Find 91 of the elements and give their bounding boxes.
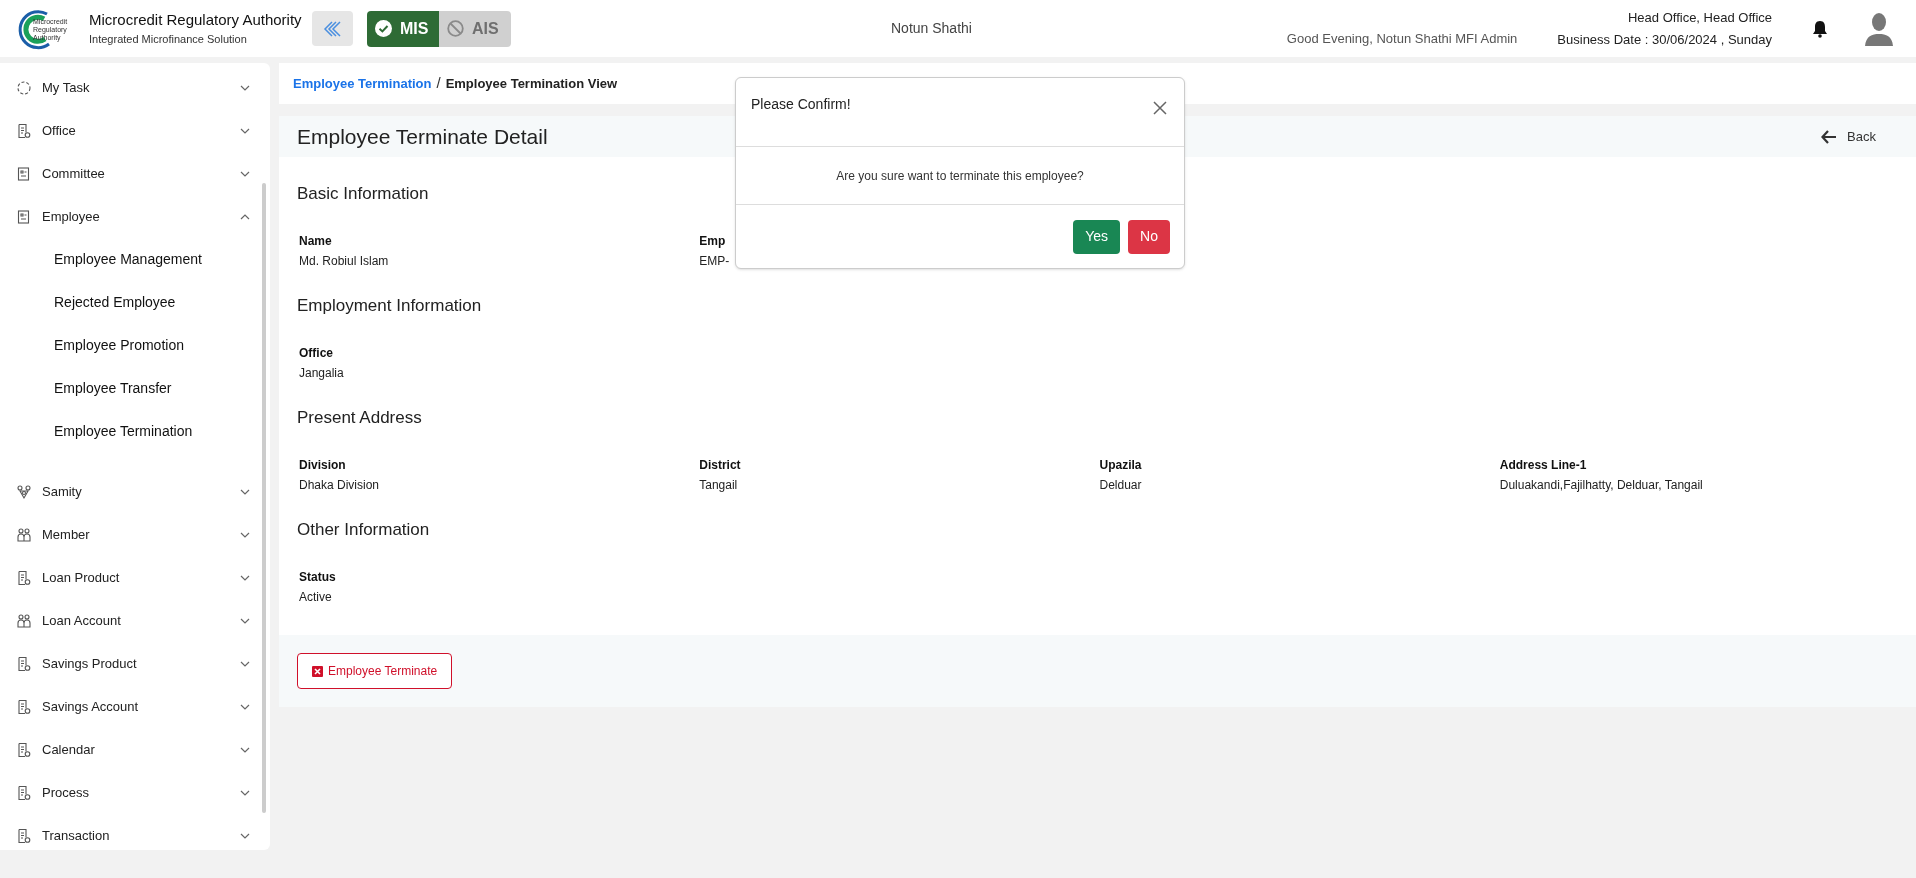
- business-date: Business Date : 30/06/2024 , Sunday: [1557, 30, 1772, 49]
- chevron-down-icon: [240, 531, 250, 538]
- chevron-down-icon: [240, 660, 250, 667]
- close-button[interactable]: [1153, 100, 1169, 116]
- breadcrumb-current: Employee Termination View: [445, 74, 618, 93]
- section-heading: Other Information: [297, 519, 430, 541]
- collapse-sidebar-button[interactable]: [312, 11, 353, 46]
- close-icon: [1153, 101, 1167, 115]
- section-heading: Present Address: [297, 407, 422, 429]
- group-icon: [16, 483, 32, 500]
- org-subtitle: Integrated Microfinance Solution: [89, 31, 248, 47]
- org-title: Microcredit Regulatory Authority: [89, 9, 303, 30]
- sidebar-subitem[interactable]: Employee Termination: [0, 410, 270, 453]
- office-name: Head Office, Head Office: [1627, 8, 1772, 27]
- field-value: Duluakandi,Fajilhatty, Delduar, Tangail: [1499, 477, 1703, 494]
- dialog-message: Are you sure want to terminate this employee?: [836, 167, 1084, 185]
- chevron-down-icon: [240, 746, 250, 753]
- field-label: Emp: [699, 233, 726, 250]
- arrow-left-icon: [1821, 129, 1838, 144]
- chevron-down-icon: [240, 127, 250, 134]
- sidebar-item[interactable]: Calendar: [0, 728, 270, 771]
- sidebar-subitem[interactable]: Employee Management: [0, 238, 270, 281]
- company-name: Notun Shathi: [891, 19, 972, 38]
- breadcrumb-link[interactable]: Employee Termination: [293, 73, 432, 94]
- sidebar-subitem[interactable]: Employee Transfer: [0, 367, 270, 410]
- section-heading: Basic Information: [297, 183, 429, 205]
- people-icon: [16, 612, 32, 629]
- field-label: Upazila: [1099, 457, 1142, 474]
- document-icon: [16, 698, 32, 715]
- sidebar-item[interactable]: Savings Product: [0, 642, 270, 685]
- no-button[interactable]: No: [1128, 219, 1170, 254]
- sidebar-item[interactable]: Loan Product: [0, 556, 270, 599]
- bell-icon[interactable]: [1812, 19, 1828, 38]
- sidebar-item[interactable]: Member: [0, 513, 270, 556]
- sidebar-item[interactable]: Transaction: [0, 814, 270, 857]
- chevron-down-icon: [240, 832, 250, 839]
- document-icon: [16, 569, 32, 586]
- chevron-down-icon: [240, 84, 250, 91]
- sidebar-item[interactable]: Employee: [0, 195, 270, 238]
- close-square-icon: [312, 665, 323, 677]
- yes-button[interactable]: Yes: [1073, 219, 1121, 254]
- document-icon: [16, 122, 32, 139]
- field-label: Name: [299, 233, 332, 250]
- back-button[interactable]: Back: [1821, 126, 1876, 147]
- section-heading: Employment Information: [297, 295, 482, 317]
- board-icon: [16, 165, 32, 182]
- sidebar-item[interactable]: Samity: [0, 470, 270, 513]
- prohibited-icon: [447, 20, 464, 37]
- field-label: Office: [299, 345, 333, 362]
- board-icon: [16, 208, 32, 225]
- double-chevron-left-icon: [321, 19, 344, 38]
- page-title: Employee Terminate Detail: [297, 123, 548, 150]
- chevron-up-icon: [240, 213, 250, 220]
- check-circle-icon: [375, 20, 392, 37]
- chevron-down-icon: [240, 574, 250, 581]
- field-value: Delduar: [1099, 477, 1142, 494]
- field-label: Status: [299, 569, 336, 586]
- field-value: Jangalia: [299, 365, 344, 382]
- field-label: Address Line-1: [1499, 457, 1587, 474]
- sidebar-item[interactable]: Loan Account: [0, 599, 270, 642]
- chevron-down-icon: [240, 703, 250, 710]
- sidebar-item[interactable]: Process: [0, 771, 270, 814]
- sidebar-subitem[interactable]: Employee Promotion: [0, 324, 270, 367]
- field-value: Tangail: [699, 477, 738, 494]
- user-avatar-icon[interactable]: [1864, 11, 1894, 46]
- field-value: Dhaka Division: [299, 477, 380, 494]
- people-icon: [16, 526, 32, 543]
- document-icon: [16, 655, 32, 672]
- field-value: Active: [299, 589, 332, 606]
- chevron-down-icon: [240, 488, 250, 495]
- circle-dashed-icon: [16, 79, 32, 96]
- sidebar-item[interactable]: Savings Account: [0, 685, 270, 728]
- sidebar-item[interactable]: Committee: [0, 152, 270, 195]
- greeting-text: Good Evening, Notun Shathi MFI Admin: [1286, 29, 1518, 48]
- field-label: District: [699, 457, 741, 474]
- sidebar-item[interactable]: My Task: [0, 66, 270, 109]
- chevron-down-icon: [240, 789, 250, 796]
- module-toggle[interactable]: MIS: [367, 10, 439, 47]
- dialog-title: Please Confirm!: [751, 95, 851, 114]
- chevron-down-icon: [240, 170, 250, 177]
- breadcrumb-separator: /: [436, 73, 441, 94]
- document-icon: [16, 741, 32, 758]
- sidebar-item[interactable]: Office: [0, 109, 270, 152]
- field-label: Division: [299, 457, 346, 474]
- field-value: EMP-: [699, 253, 730, 270]
- sidebar-subitem[interactable]: Rejected Employee: [0, 281, 270, 324]
- chevron-down-icon: [240, 617, 250, 624]
- employee-terminate-button[interactable]: Employee Terminate: [297, 653, 453, 689]
- field-value: Md. Robiul Islam: [299, 253, 389, 270]
- document-icon: [16, 784, 32, 801]
- document-icon: [16, 827, 32, 844]
